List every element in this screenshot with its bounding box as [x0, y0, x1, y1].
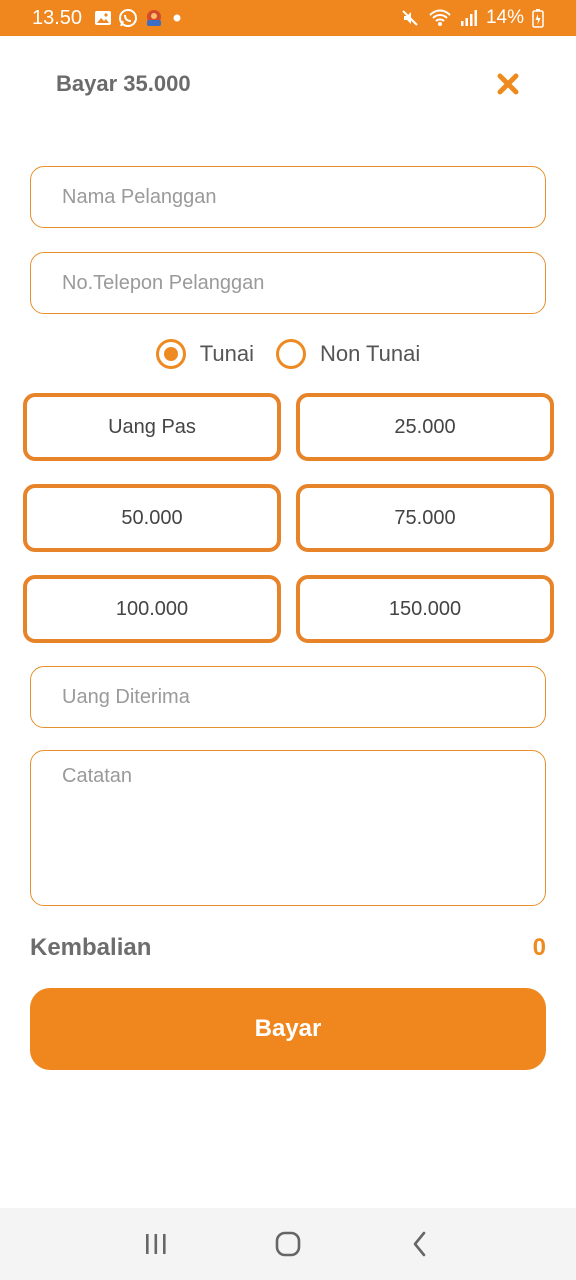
dot-icon — [170, 11, 184, 25]
home-icon — [275, 1231, 301, 1257]
whatsapp-icon — [118, 8, 138, 28]
amount-button-150000[interactable]: 150.000 — [296, 575, 554, 643]
pay-button[interactable]: Bayar — [30, 988, 546, 1070]
mute-icon — [400, 8, 420, 28]
amount-button-75000[interactable]: 75.000 — [296, 484, 554, 552]
received-amount-input[interactable] — [62, 685, 545, 709]
signal-icon — [460, 9, 478, 27]
recent-apps-icon — [146, 1234, 166, 1254]
payment-method-group: Tunai Non Tunai — [0, 334, 576, 374]
battery-percent: 14% — [485, 7, 524, 28]
home-button[interactable] — [258, 1214, 318, 1274]
amount-button-25000[interactable]: 25.000 — [296, 393, 554, 461]
app-icon — [144, 8, 164, 28]
amount-button-100000[interactable]: 100.000 — [23, 575, 281, 643]
radio-selected-icon — [155, 339, 186, 369]
status-bar: 13.50 14% — [0, 0, 576, 36]
system-nav-bar — [0, 1208, 576, 1280]
received-amount-field[interactable] — [30, 666, 546, 728]
gallery-icon — [94, 10, 112, 26]
customer-phone-field[interactable] — [30, 252, 546, 314]
back-icon — [413, 1231, 426, 1257]
page-title: Bayar 35.000 — [56, 71, 191, 96]
back-button[interactable] — [390, 1214, 450, 1274]
notes-input[interactable] — [62, 751, 545, 871]
recent-apps-button[interactable] — [126, 1214, 186, 1274]
customer-name-input[interactable] — [62, 185, 545, 209]
close-button[interactable] — [484, 62, 532, 106]
customer-name-field[interactable] — [30, 166, 546, 228]
radio-non-tunai[interactable]: Non Tunai — [275, 339, 421, 369]
change-label: Kembalian — [30, 934, 152, 961]
radio-non-tunai-label: Non Tunai — [319, 341, 421, 366]
change-value: 0 — [532, 934, 546, 961]
status-time: 13.50 — [32, 6, 83, 29]
customer-phone-input[interactable] — [62, 271, 545, 295]
amount-button-50000[interactable]: 50.000 — [23, 484, 281, 552]
notes-field[interactable] — [30, 750, 546, 906]
radio-tunai-label: Tunai — [199, 341, 254, 366]
radio-tunai[interactable]: Tunai — [155, 339, 254, 369]
radio-unselected-icon — [275, 339, 306, 369]
wifi-icon — [428, 8, 452, 28]
close-icon — [497, 73, 519, 95]
amount-button-uang-pas[interactable]: Uang Pas — [23, 393, 281, 461]
change-row: Kembalian 0 — [30, 928, 546, 968]
battery-charging-icon — [532, 8, 544, 28]
